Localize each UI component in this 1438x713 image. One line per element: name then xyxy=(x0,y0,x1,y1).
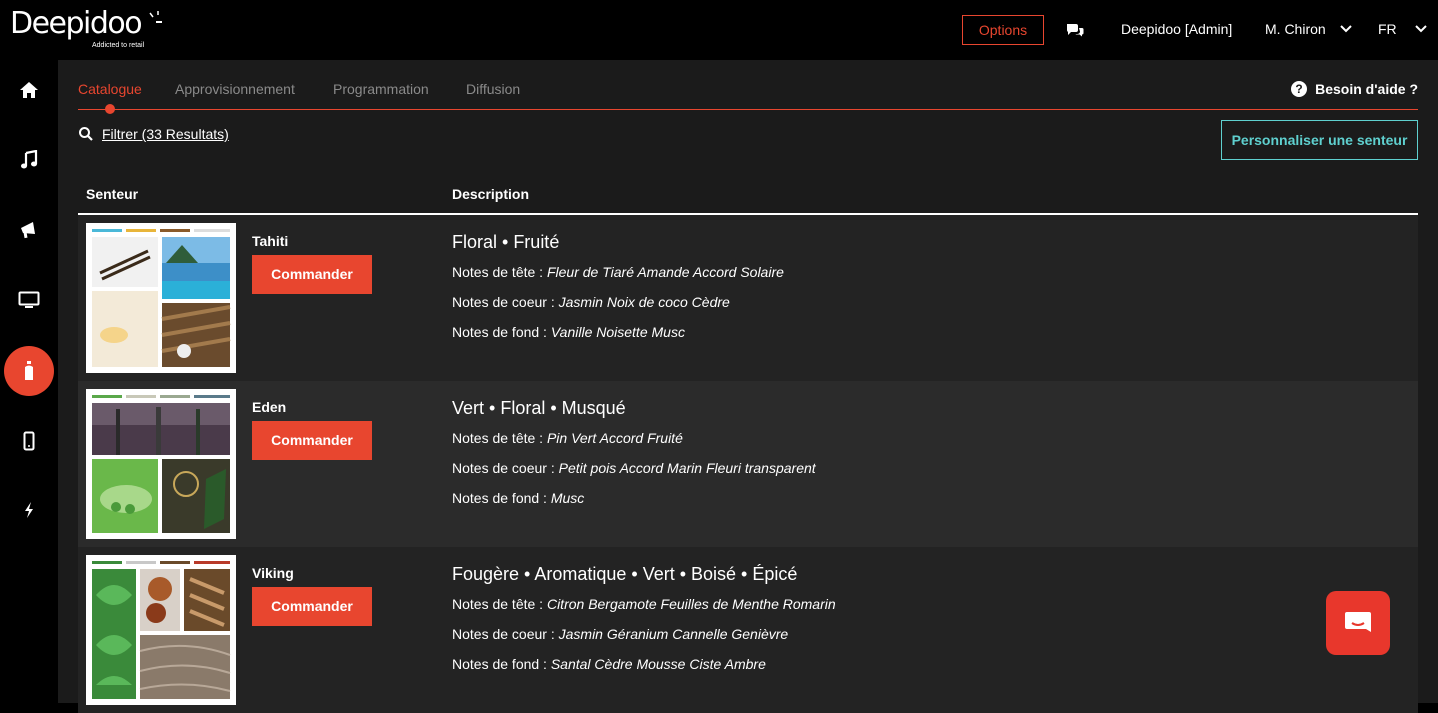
scent-name: Viking xyxy=(252,565,294,581)
base-notes-value: Musc xyxy=(550,490,585,506)
heart-notes: Notes de coeur : Jasmin Géranium Cannell… xyxy=(452,626,788,642)
brand-name: Deepidoo xyxy=(10,6,143,41)
top-notes-value: Fleur de Tiaré Amande Accord Solaire xyxy=(546,264,784,280)
base-notes: Notes de fond : Vanille Noisette Musc xyxy=(452,324,685,340)
base-notes-value: Vanille Noisette Musc xyxy=(550,324,685,340)
chevron-down-icon[interactable] xyxy=(1415,25,1427,33)
sidebar-item-home[interactable] xyxy=(4,65,54,115)
user-menu[interactable]: M. Chiron xyxy=(1265,21,1326,37)
scent-name: Eden xyxy=(252,399,287,415)
sidebar-item-mobile[interactable] xyxy=(4,416,54,466)
top-notes: Notes de tête : Pin Vert Accord Fruité xyxy=(452,430,683,446)
heart-notes-value: Petit pois Accord Marin Fleuri transpare… xyxy=(558,460,816,476)
tab-approvisionnement[interactable]: Approvisionnement xyxy=(175,81,295,97)
scent-diffuser-icon xyxy=(25,361,33,380)
tab-programmation[interactable]: Programmation xyxy=(333,81,429,97)
tab-bar: Catalogue Approvisionnement Programmatio… xyxy=(78,80,1418,114)
sidebar-item-music[interactable] xyxy=(4,135,54,185)
search-icon xyxy=(79,127,93,141)
top-notes: Notes de tête : Fleur de Tiaré Amande Ac… xyxy=(452,264,784,280)
base-notes: Notes de fond : Santal Cèdre Mousse Cist… xyxy=(452,656,766,672)
sidebar xyxy=(0,60,58,703)
heart-notes-label: Notes de coeur : xyxy=(452,626,559,642)
column-header-description: Description xyxy=(452,186,530,202)
table-header: Senteur Description xyxy=(78,184,1418,215)
scent-moodboard-image xyxy=(86,389,236,539)
table-row: Viking Commander Fougère • Aromatique • … xyxy=(78,547,1418,713)
base-notes-label: Notes de fond : xyxy=(452,656,551,672)
language-selector[interactable]: FR xyxy=(1378,21,1397,37)
order-button[interactable]: Commander xyxy=(252,421,372,460)
order-button[interactable]: Commander xyxy=(252,255,372,294)
options-button[interactable]: Options xyxy=(962,15,1044,45)
top-notes-value: Pin Vert Accord Fruité xyxy=(546,430,683,446)
base-notes: Notes de fond : Musc xyxy=(452,490,584,506)
column-header-scent: Senteur xyxy=(86,186,139,202)
account-selector[interactable]: Deepidoo [Admin] xyxy=(1121,21,1232,37)
top-notes-value: Citron Bergamote Feuilles de Menthe Roma… xyxy=(546,596,836,612)
order-button[interactable]: Commander xyxy=(252,587,372,626)
top-notes-label: Notes de tête : xyxy=(452,264,547,280)
scent-moodboard-image xyxy=(86,223,236,373)
sidebar-item-screens[interactable] xyxy=(4,275,54,325)
megaphone-icon xyxy=(21,222,35,239)
heart-notes: Notes de coeur : Jasmin Noix de coco Cèd… xyxy=(452,294,730,310)
scent-families: Vert • Floral • Musqué xyxy=(452,398,626,418)
top-notes-label: Notes de tête : xyxy=(452,430,547,446)
main-panel: Catalogue Approvisionnement Programmatio… xyxy=(58,60,1438,713)
table-row: Eden Commander Vert • Floral • Musqué No… xyxy=(78,381,1418,547)
monitor-icon xyxy=(18,291,40,308)
sidebar-item-scents[interactable] xyxy=(4,346,54,396)
chevron-down-icon[interactable] xyxy=(1340,25,1352,33)
customize-scent-button[interactable]: Personnaliser une senteur xyxy=(1221,120,1418,160)
brand-logo[interactable]: Deepidoo Addicted to retail xyxy=(10,6,162,49)
heart-notes-value: Jasmin Géranium Cannelle Genièvre xyxy=(558,626,789,642)
base-notes-value: Santal Cèdre Mousse Ciste Ambre xyxy=(550,656,766,672)
heart-notes-value: Jasmin Noix de coco Cèdre xyxy=(558,294,730,310)
scent-families: Fougère • Aromatique • Vert • Boisé • Ép… xyxy=(452,564,798,584)
brand-tagline: Addicted to retail xyxy=(92,42,145,49)
mobile-icon xyxy=(23,431,35,451)
sidebar-item-automation[interactable] xyxy=(4,485,54,535)
top-notes: Notes de tête : Citron Bergamote Feuille… xyxy=(452,596,836,612)
tab-catalogue[interactable]: Catalogue xyxy=(78,81,142,97)
help-link[interactable]: ? Besoin d'aide ? xyxy=(1291,81,1418,97)
help-label: Besoin d'aide ? xyxy=(1315,81,1418,97)
heart-notes-label: Notes de coeur : xyxy=(452,460,559,476)
heart-notes-label: Notes de coeur : xyxy=(452,294,559,310)
sun-rays-icon xyxy=(149,11,162,23)
lightning-icon xyxy=(25,502,33,518)
scent-name: Tahiti xyxy=(252,233,289,249)
filter-toggle[interactable]: Filtrer (33 Resultats) xyxy=(78,126,229,142)
live-chat-button[interactable] xyxy=(1326,591,1390,655)
base-notes-label: Notes de fond : xyxy=(452,324,551,340)
heart-notes: Notes de coeur : Petit pois Accord Marin… xyxy=(452,460,816,476)
scent-moodboard-image xyxy=(86,555,236,705)
scent-families: Floral • Fruité xyxy=(452,232,560,252)
chat-bubble-icon xyxy=(1345,612,1371,632)
top-notes-label: Notes de tête : xyxy=(452,596,547,612)
top-bar: Deepidoo Addicted to retail Options Deep… xyxy=(0,0,1438,60)
table-row: Tahiti Commander Floral • Fruité Notes d… xyxy=(78,215,1418,381)
music-icon xyxy=(21,150,38,169)
question-icon: ? xyxy=(1291,81,1308,97)
filter-label: Filtrer (33 Resultats) xyxy=(102,126,229,142)
base-notes-label: Notes de fond : xyxy=(452,490,551,506)
tab-diffusion[interactable]: Diffusion xyxy=(466,81,520,97)
sidebar-item-campaigns[interactable] xyxy=(4,205,54,255)
active-tab-indicator xyxy=(105,104,115,114)
home-icon xyxy=(20,82,38,98)
chat-icon[interactable] xyxy=(1066,22,1084,38)
